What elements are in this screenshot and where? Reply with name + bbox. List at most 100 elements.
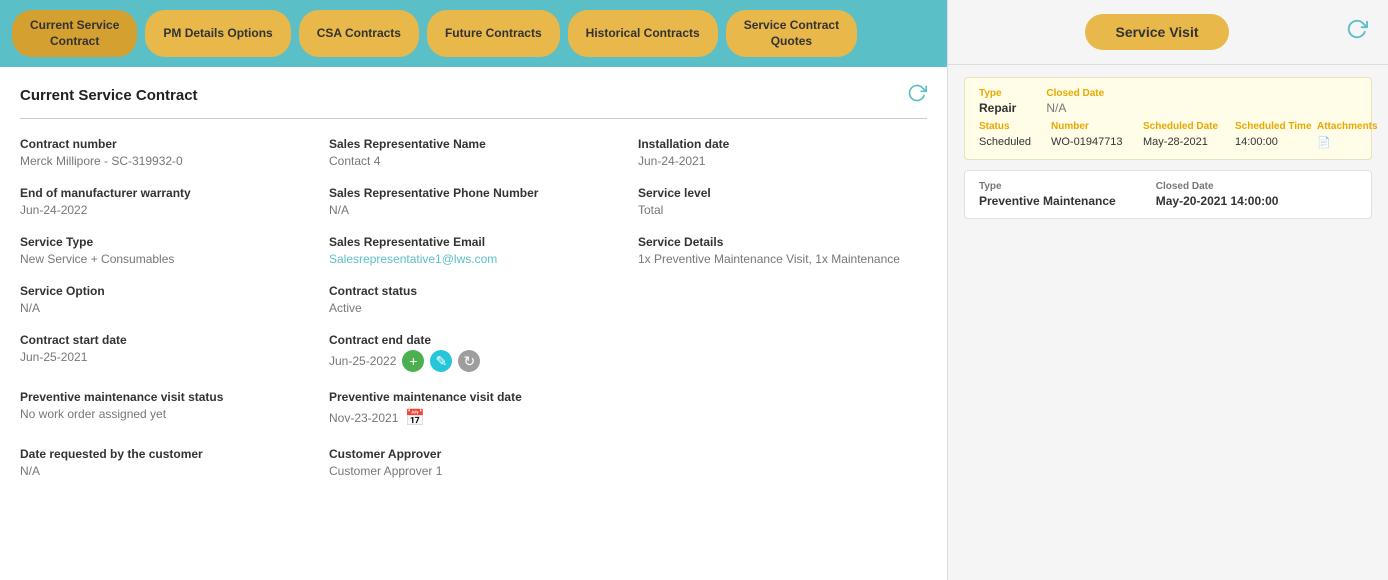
pm-visit-status-label: Preventive maintenance visit status: [20, 390, 309, 404]
sales-rep-phone-label: Sales Representative Phone Number: [329, 186, 618, 200]
edit-icon-button[interactable]: ✎: [430, 350, 452, 372]
service-level-value: Total: [638, 203, 927, 217]
card1-type-label: Type: [979, 88, 1016, 99]
tab-service-contract-quotes[interactable]: Service Contract Quotes: [726, 10, 857, 57]
pm-visit-status-value: No work order assigned yet: [20, 407, 309, 421]
top-nav: Current Service Contract PM Details Opti…: [0, 0, 947, 67]
service-level-label: Service level: [638, 186, 927, 200]
card2-type-value: Preventive Maintenance: [979, 194, 1116, 208]
right-header: Service Visit: [948, 0, 1388, 65]
number-cell: WO-01947713: [1051, 136, 1141, 149]
sales-rep-name-field: Sales Representative Name Contact 4: [329, 137, 618, 168]
service-type-label: Service Type: [20, 235, 309, 249]
tab-csa-contracts[interactable]: CSA Contracts: [299, 10, 419, 57]
section-header: Current Service Contract: [20, 83, 927, 119]
content-area: Current Service Contract Contract number…: [0, 67, 947, 580]
end-warranty-value: Jun-24-2022: [20, 203, 309, 217]
tab-future-contracts[interactable]: Future Contracts: [427, 10, 560, 57]
service-option-field: Service Option N/A: [20, 284, 309, 315]
service-details-value: 1x Preventive Maintenance Visit, 1x Main…: [638, 252, 927, 266]
end-warranty-label: End of manufacturer warranty: [20, 186, 309, 200]
customer-approver-label: Customer Approver: [329, 447, 618, 461]
contract-status-label: Contract status: [329, 284, 618, 298]
contract-start-field: Contract start date Jun-25-2021: [20, 333, 309, 372]
pm-visit-date-value: Nov-23-2021: [329, 411, 398, 425]
card1-type-value: Repair: [979, 101, 1016, 115]
installation-date-label: Installation date: [638, 137, 927, 151]
card2-closed-date-value: May-20-2021 14:00:00: [1156, 194, 1279, 208]
contract-status-value: Active: [329, 301, 618, 315]
sales-rep-email-field: Sales Representative Email Salesrepresen…: [329, 235, 618, 266]
pm-visit-date-field: Preventive maintenance visit date Nov-23…: [329, 390, 618, 429]
service-type-field: Service Type New Service + Consumables: [20, 235, 309, 266]
section-refresh-button[interactable]: [907, 83, 927, 108]
customer-approver-field: Customer Approver Customer Approver 1: [329, 447, 618, 478]
sched-date-cell: May-28-2021: [1143, 136, 1233, 149]
installation-date-field: Installation date Jun-24-2021: [638, 137, 927, 168]
card1-closed-date-value: N/A: [1046, 101, 1104, 115]
sales-rep-email-label: Sales Representative Email: [329, 235, 618, 249]
number-col-header: Number: [1051, 121, 1141, 132]
contract-number-label: Contract number: [20, 137, 309, 151]
service-details-field: Service Details 1x Preventive Maintenanc…: [638, 235, 927, 266]
card1-closed-date-field: Closed Date N/A: [1046, 88, 1104, 115]
service-card-repair: Type Repair Closed Date N/A Status Numbe…: [964, 77, 1372, 160]
card1-top-row: Type Repair Closed Date N/A: [979, 88, 1357, 115]
card1-table-headers: Status Number Scheduled Date Scheduled T…: [979, 121, 1357, 132]
sched-time-cell: 14:00:00: [1235, 136, 1315, 149]
status-cell: Scheduled: [979, 136, 1049, 149]
card1-closed-date-label: Closed Date: [1046, 88, 1104, 99]
service-option-value: N/A: [20, 301, 309, 315]
pm-visit-date-actions: Nov-23-2021 📅: [329, 407, 618, 429]
date-requested-label: Date requested by the customer: [20, 447, 309, 461]
end-warranty-field: End of manufacturer warranty Jun-24-2022: [20, 186, 309, 217]
sales-rep-phone-field: Sales Representative Phone Number N/A: [329, 186, 618, 217]
contract-end-field: Contract end date Jun-25-2022 + ✎ ↻: [329, 333, 618, 372]
sales-rep-name-value: Contact 4: [329, 154, 618, 168]
calendar-icon-button[interactable]: 📅: [404, 407, 426, 429]
card1-table-row: Scheduled WO-01947713 May-28-2021 14:00:…: [979, 136, 1357, 149]
contract-end-value: Jun-25-2022: [329, 354, 396, 368]
date-requested-value: N/A: [20, 464, 309, 478]
contract-start-value: Jun-25-2021: [20, 350, 309, 364]
right-panel: Service Visit Type Repair Closed Date N/…: [948, 0, 1388, 580]
attachments-col-header: Attachments: [1317, 121, 1377, 132]
date-requested-field: Date requested by the customer N/A: [20, 447, 309, 478]
attachments-cell[interactable]: 📄: [1317, 136, 1377, 149]
tab-pm-details-options[interactable]: PM Details Options: [145, 10, 290, 57]
contract-number-field: Contract number Merck Millipore - SC-319…: [20, 137, 309, 168]
section-title: Current Service Contract: [20, 87, 198, 104]
pm-visit-status-field: Preventive maintenance visit status No w…: [20, 390, 309, 429]
service-option-label: Service Option: [20, 284, 309, 298]
service-type-value: New Service + Consumables: [20, 252, 309, 266]
contract-end-actions: Jun-25-2022 + ✎ ↻: [329, 350, 618, 372]
sched-time-col-header: Scheduled Time: [1235, 121, 1315, 132]
contract-number-value: Merck Millipore - SC-319932-0: [20, 154, 309, 168]
contract-status-field: Contract status Active: [329, 284, 618, 315]
card1-type-field: Type Repair: [979, 88, 1016, 115]
tab-historical-contracts[interactable]: Historical Contracts: [568, 10, 718, 57]
installation-date-value: Jun-24-2021: [638, 154, 927, 168]
contract-end-label: Contract end date: [329, 333, 618, 347]
right-refresh-button[interactable]: [1346, 18, 1368, 46]
add-icon-button[interactable]: +: [402, 350, 424, 372]
sales-rep-email-value[interactable]: Salesrepresentative1@lws.com: [329, 252, 618, 266]
card2-type-field: Type Preventive Maintenance: [979, 181, 1116, 208]
card2-type-label: Type: [979, 181, 1116, 192]
card2-row: Type Preventive Maintenance Closed Date …: [979, 181, 1357, 208]
contract-start-label: Contract start date: [20, 333, 309, 347]
service-details-label: Service Details: [638, 235, 927, 249]
pm-visit-date-label: Preventive maintenance visit date: [329, 390, 618, 404]
service-visit-button[interactable]: Service Visit: [1085, 14, 1228, 50]
sched-date-col-header: Scheduled Date: [1143, 121, 1233, 132]
sales-rep-name-label: Sales Representative Name: [329, 137, 618, 151]
service-level-field: Service level Total: [638, 186, 927, 217]
sales-rep-phone-value: N/A: [329, 203, 618, 217]
card2-closed-date-field: Closed Date May-20-2021 14:00:00: [1156, 181, 1279, 208]
card2-closed-date-label: Closed Date: [1156, 181, 1279, 192]
right-content: Type Repair Closed Date N/A Status Numbe…: [948, 65, 1388, 231]
renew-icon-button[interactable]: ↻: [458, 350, 480, 372]
left-panel: Current Service Contract PM Details Opti…: [0, 0, 948, 580]
tab-current-service-contract[interactable]: Current Service Contract: [12, 10, 137, 57]
status-col-header: Status: [979, 121, 1049, 132]
